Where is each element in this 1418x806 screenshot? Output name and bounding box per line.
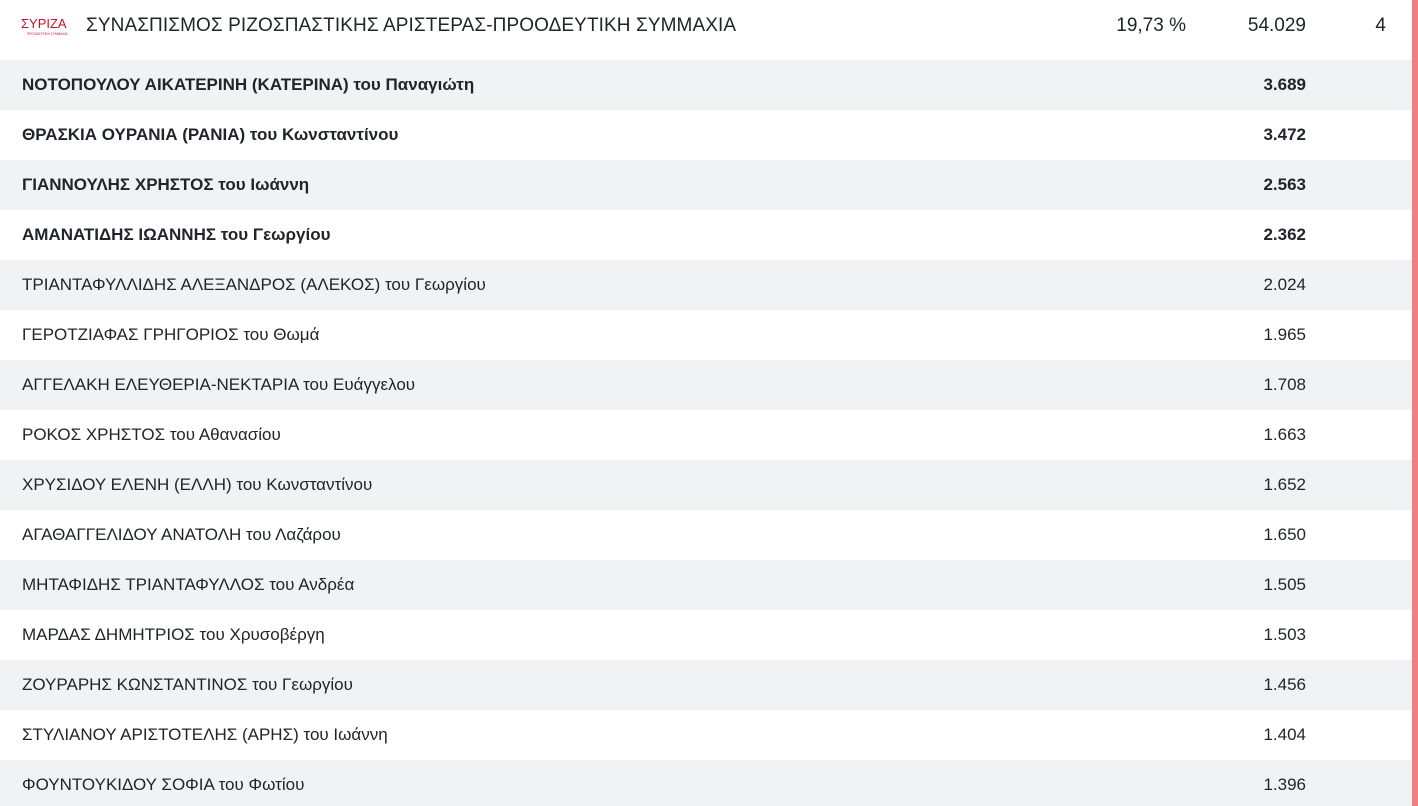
candidate-name: ΝΟΤΟΠΟΥΛΟΥ ΑΙΚΑΤΕΡΙΝΗ (ΚΑΤΕΡΙΝΑ) του Παν… <box>22 75 475 94</box>
candidate-votes: 2.563 <box>1263 175 1306 194</box>
candidate-row[interactable]: ΝΟΤΟΠΟΥΛΟΥ ΑΙΚΑΤΕΡΙΝΗ (ΚΑΤΕΡΙΝΑ) του Παν… <box>0 60 1412 110</box>
candidate-row[interactable]: ΜΑΡΔΑΣ ΔΗΜΗΤΡΙΟΣ του Χρυσοβέργη 1.503 <box>0 610 1412 660</box>
candidate-votes: 1.404 <box>1263 725 1306 744</box>
candidate-row[interactable]: ΧΡΥΣΙΔΟΥ ΕΛΕΝΗ (ΕΛΛΗ) του Κωνσταντίνου 1.… <box>0 460 1412 510</box>
candidate-votes: 3.689 <box>1263 75 1306 94</box>
candidate-votes: 3.472 <box>1263 125 1306 144</box>
party-votes: 54.029 <box>1247 15 1306 36</box>
svg-text:ΠΡΟΟΔΕΥΤΙΚΗ ΣΥΜΜΑΧΙΑ: ΠΡΟΟΔΕΥΤΙΚΗ ΣΥΜΜΑΧΙΑ <box>27 32 68 36</box>
candidate-row[interactable]: ΓΙΑΝΝΟΥΛΗΣ ΧΡΗΣΤΟΣ του Ιωάννη 2.563 <box>0 160 1412 210</box>
candidate-name: ΖΟΥΡΑΡΗΣ ΚΩΝΣΤΑΝΤΙΝΟΣ του Γεωργίου <box>22 675 353 694</box>
candidate-name: ΘΡΑΣΚΙΑ ΟΥΡΑΝΙΑ (ΡΑΝΙΑ) του Κωνσταντίνου <box>22 125 399 144</box>
candidate-name: ΤΡΙΑΝΤΑΦΥΛΛΙΔΗΣ ΑΛΕΞΑΝΔΡΟΣ (ΑΛΕΚΟΣ) του … <box>22 275 486 294</box>
candidate-name: ΡΟΚΟΣ ΧΡΗΣΤΟΣ του Αθανασίου <box>22 425 281 444</box>
candidate-name: ΜΗΤΑΦΙΔΗΣ ΤΡΙΑΝΤΑΦΥΛΛΟΣ του Ανδρέα <box>22 575 355 594</box>
candidate-votes: 1.650 <box>1263 525 1306 544</box>
candidate-votes: 1.965 <box>1263 325 1306 344</box>
candidate-name: ΜΑΡΔΑΣ ΔΗΜΗΤΡΙΟΣ του Χρυσοβέργη <box>22 625 325 644</box>
party-percentage: 19,73 % <box>1116 15 1186 36</box>
candidate-row[interactable]: ΑΜΑΝΑΤΙΔΗΣ ΙΩΑΝΝΗΣ του Γεωργίου 2.362 <box>0 210 1412 260</box>
candidate-name: ΓΙΑΝΝΟΥΛΗΣ ΧΡΗΣΤΟΣ του Ιωάννη <box>22 175 310 194</box>
candidate-row[interactable]: ΑΓΓΕΛΑΚΗ ΕΛΕΥΘΕΡΙΑ-ΝΕΚΤΑΡΙΑ του Ευάγγελο… <box>0 360 1412 410</box>
syriza-logo: ΣΥΡΙΖΑ ΠΡΟΟΔΕΥΤΙΚΗ ΣΥΜΜΑΧΙΑ <box>21 16 68 36</box>
candidate-row[interactable]: ΓΕΡΟΤΖΙΑΦΑΣ ΓΡΗΓΟΡΙΟΣ του Θωμά 1.965 <box>0 310 1412 360</box>
candidate-name: ΑΓΑΘΑΓΓΕΛΙΔΟΥ ΑΝΑΤΟΛΗ του Λαζάρου <box>22 525 341 544</box>
candidate-row[interactable]: ΜΗΤΑΦΙΔΗΣ ΤΡΙΑΝΤΑΦΥΛΛΟΣ του Ανδρέα 1.505 <box>0 560 1412 610</box>
results-page: ΣΥΡΙΖΑ ΠΡΟΟΔΕΥΤΙΚΗ ΣΥΜΜΑΧΙΑ ΣΥΝΑΣΠΙΣΜΟΣ … <box>0 0 1418 806</box>
candidate-name: ΑΓΓΕΛΑΚΗ ΕΛΕΥΘΕΡΙΑ-ΝΕΚΤΑΡΙΑ του Ευάγγελο… <box>22 375 416 394</box>
candidate-votes: 1.652 <box>1263 475 1306 494</box>
party-row[interactable]: ΣΥΡΙΖΑ ΠΡΟΟΔΕΥΤΙΚΗ ΣΥΜΜΑΧΙΑ ΣΥΝΑΣΠΙΣΜΟΣ … <box>0 0 1412 58</box>
candidate-votes: 1.396 <box>1263 775 1306 794</box>
candidate-row[interactable]: ΦΟΥΝΤΟΥΚΙΔΟΥ ΣΟΦΙΑ του Φωτίου 1.396 <box>0 760 1412 806</box>
party-seats: 4 <box>1375 15 1386 36</box>
candidate-row[interactable]: ΡΟΚΟΣ ΧΡΗΣΤΟΣ του Αθανασίου 1.663 <box>0 410 1412 460</box>
candidate-list: ΝΟΤΟΠΟΥΛΟΥ ΑΙΚΑΤΕΡΙΝΗ (ΚΑΤΕΡΙΝΑ) του Παν… <box>0 60 1412 806</box>
candidate-name: ΓΕΡΟΤΖΙΑΦΑΣ ΓΡΗΓΟΡΙΟΣ του Θωμά <box>22 325 320 344</box>
svg-text:ΣΥΡΙΖΑ: ΣΥΡΙΖΑ <box>21 16 67 31</box>
candidate-votes: 1.663 <box>1263 425 1306 444</box>
candidate-name: ΑΜΑΝΑΤΙΔΗΣ ΙΩΑΝΝΗΣ του Γεωργίου <box>22 225 331 244</box>
candidate-votes: 1.505 <box>1263 575 1306 594</box>
candidate-votes: 1.456 <box>1263 675 1306 694</box>
candidate-votes: 1.708 <box>1263 375 1306 394</box>
candidate-row[interactable]: ΑΓΑΘΑΓΓΕΛΙΔΟΥ ΑΝΑΤΟΛΗ του Λαζάρου 1.650 <box>0 510 1412 560</box>
candidate-votes: 2.024 <box>1263 275 1306 294</box>
right-accent-bar <box>1412 0 1418 806</box>
candidate-votes: 2.362 <box>1263 225 1306 244</box>
candidate-row[interactable]: ΖΟΥΡΑΡΗΣ ΚΩΝΣΤΑΝΤΙΝΟΣ του Γεωργίου 1.456 <box>0 660 1412 710</box>
candidate-name: ΧΡΥΣΙΔΟΥ ΕΛΕΝΗ (ΕΛΛΗ) του Κωνσταντίνου <box>22 475 373 494</box>
candidate-name: ΦΟΥΝΤΟΥΚΙΔΟΥ ΣΟΦΙΑ του Φωτίου <box>22 775 305 794</box>
party-name: ΣΥΝΑΣΠΙΣΜΟΣ ΡΙΖΟΣΠΑΣΤΙΚΗΣ ΑΡΙΣΤΕΡΑΣ-ΠΡΟΟ… <box>86 15 737 36</box>
candidate-row[interactable]: ΣΤΥΛΙΑΝΟΥ ΑΡΙΣΤΟΤΕΛΗΣ (ΑΡΗΣ) του Ιωάννη 1… <box>0 710 1412 760</box>
candidate-votes: 1.503 <box>1263 625 1306 644</box>
candidate-row[interactable]: ΤΡΙΑΝΤΑΦΥΛΛΙΔΗΣ ΑΛΕΞΑΝΔΡΟΣ (ΑΛΕΚΟΣ) του … <box>0 260 1412 310</box>
candidate-name: ΣΤΥΛΙΑΝΟΥ ΑΡΙΣΤΟΤΕΛΗΣ (ΑΡΗΣ) του Ιωάννη <box>22 725 388 744</box>
candidate-row[interactable]: ΘΡΑΣΚΙΑ ΟΥΡΑΝΙΑ (ΡΑΝΙΑ) του Κωνσταντίνου… <box>0 110 1412 160</box>
